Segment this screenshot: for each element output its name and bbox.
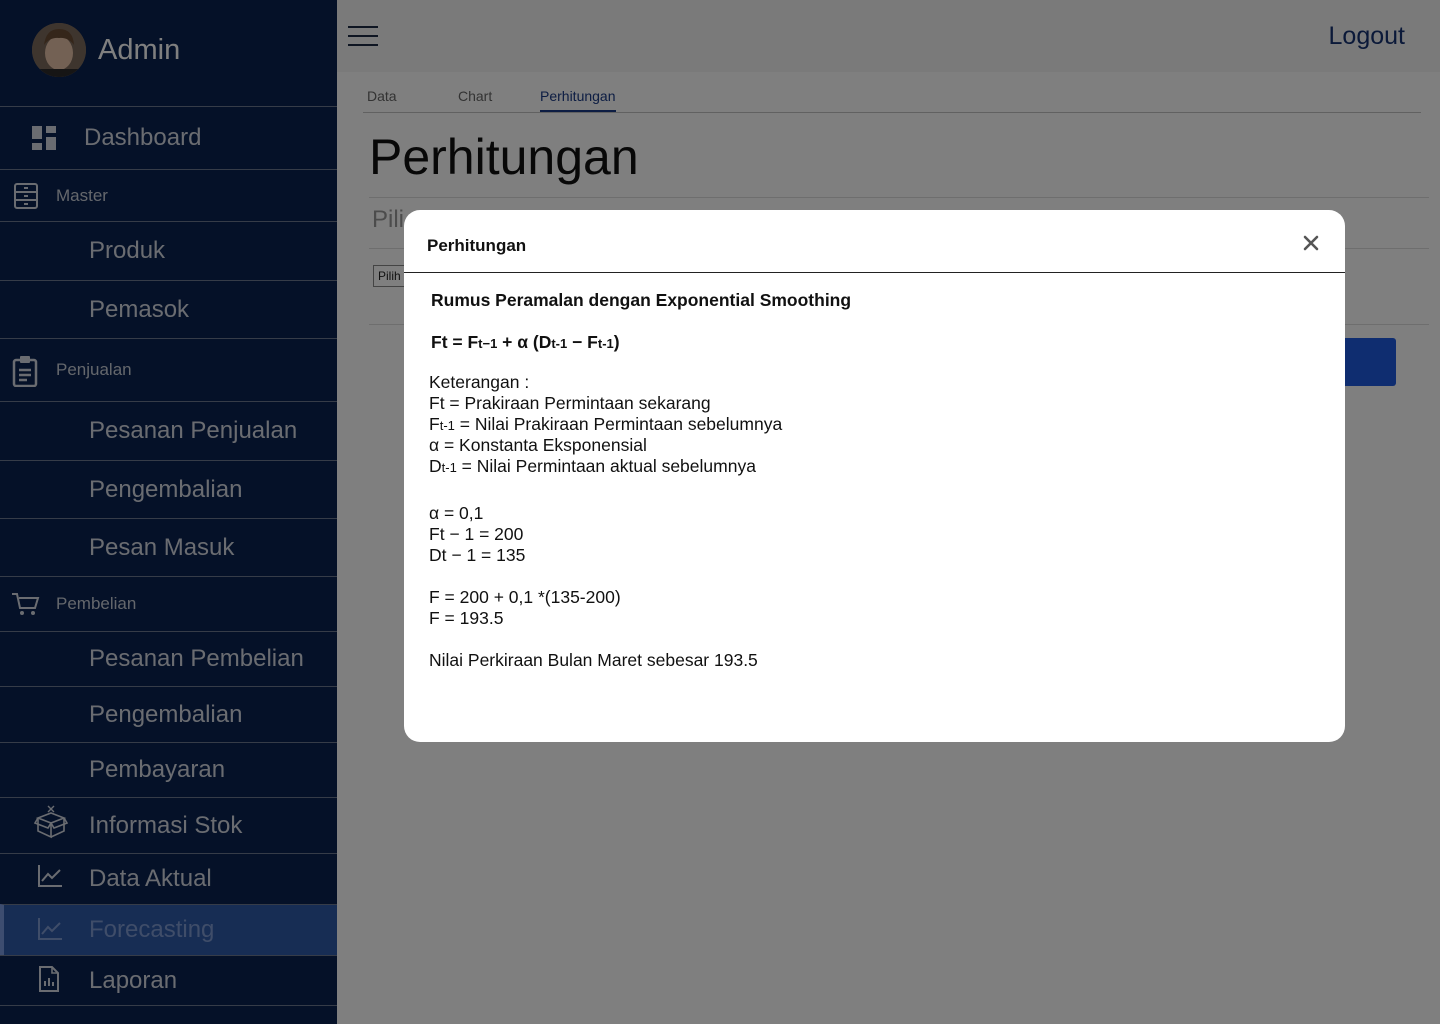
keterangan-ft: Ft = Prakiraan Permintaan sekarang <box>429 393 711 413</box>
formula-subscript: t-1 <box>597 336 614 351</box>
keterangan-dt1: Dt-1 = Nilai Permintaan aktual sebelumny… <box>429 456 756 477</box>
modal-title: Perhitungan <box>427 236 527 255</box>
keterangan-part: = Nilai Permintaan aktual sebelumnya <box>456 456 756 476</box>
keterangan-part: F <box>429 414 440 434</box>
formula: Ft = Ft−1 + α (Dt-1 − Ft-1) <box>431 332 620 353</box>
formula-subscript: t-1 <box>551 336 568 351</box>
formula-part: ) <box>613 332 620 352</box>
keterangan-ft1: Ft-1 = Nilai Prakiraan Permintaan sebelu… <box>429 414 782 435</box>
close-icon[interactable] <box>1300 232 1322 254</box>
keterangan-part: = Nilai Prakiraan Permintaan sebelumnya <box>454 414 783 434</box>
formula-part: + α (D <box>497 332 552 352</box>
perhitungan-modal: Perhitungan Rumus Peramalan dengan Expon… <box>404 210 1345 742</box>
formula-part: Ft = F <box>431 332 479 352</box>
ft1-value: Ft − 1 = 200 <box>429 524 524 544</box>
keterangan-part: D <box>429 456 442 476</box>
keterangan-subscript: t-1 <box>441 460 457 475</box>
keterangan-title: Keterangan : <box>429 372 530 392</box>
keterangan-subscript: t-1 <box>439 418 455 433</box>
conclusion-text: Nilai Perkiraan Bulan Maret sebesar 193.… <box>429 650 758 670</box>
formula-subscript: t−1 <box>478 336 498 351</box>
dt1-value: Dt − 1 = 135 <box>429 545 526 565</box>
keterangan-alpha: α = Konstanta Eksponensial <box>429 435 647 455</box>
formula-heading: Rumus Peramalan dengan Exponential Smoot… <box>431 290 852 310</box>
calculation-line: F = 200 + 0,1 *(135-200) <box>429 587 621 607</box>
alpha-value: α = 0,1 <box>429 503 484 523</box>
formula-part: − F <box>567 332 598 352</box>
modal-header: Perhitungan <box>404 210 1345 273</box>
calculation-result: F = 193.5 <box>429 608 504 628</box>
